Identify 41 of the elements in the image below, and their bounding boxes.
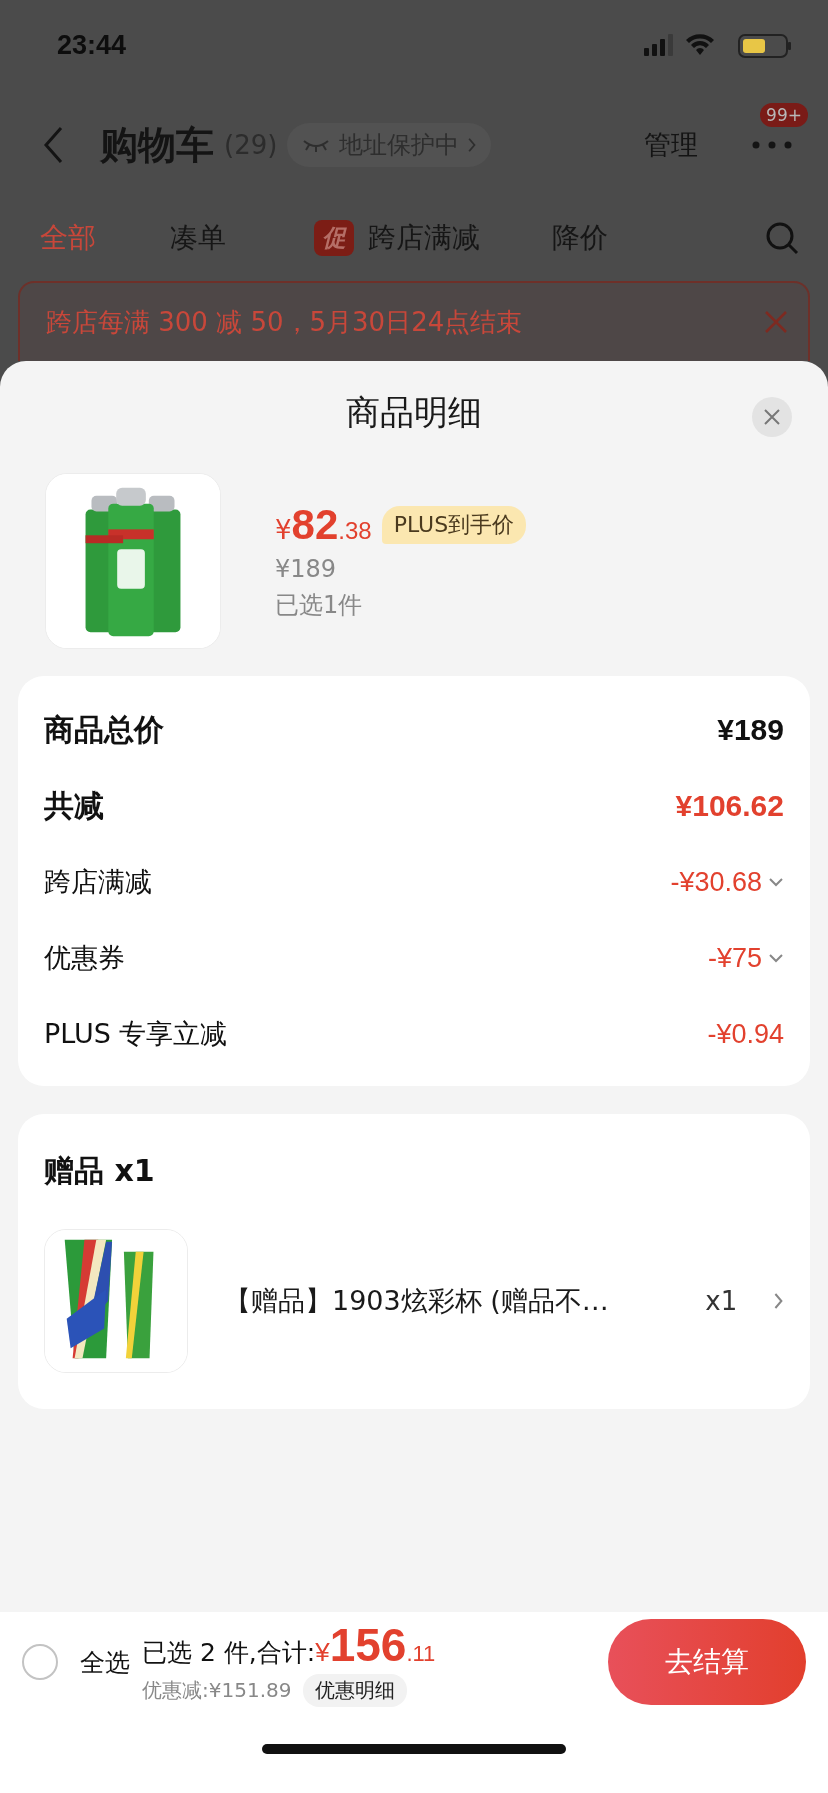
- selected-count: 已选1件: [275, 590, 364, 621]
- price-decimal: .38: [338, 517, 372, 545]
- back-icon[interactable]: [42, 125, 64, 165]
- notification-badge: 99+: [760, 103, 808, 127]
- chevron-down-icon[interactable]: [768, 877, 784, 887]
- chevron-right-icon: [773, 1292, 784, 1310]
- currency-symbol: ¥: [315, 1636, 330, 1668]
- filter-tab[interactable]: 全部: [40, 218, 96, 257]
- chevron-right-icon: [467, 137, 477, 153]
- promo-text: 跨店每满 300 减 50，5月30日24点结束: [46, 305, 523, 339]
- summary-label: 优惠券: [44, 941, 125, 975]
- summary-label: 商品总价: [44, 710, 164, 749]
- checkout-button[interactable]: 去结算: [608, 1619, 806, 1705]
- summary-value: ¥189: [717, 713, 784, 747]
- summary-value: -¥75: [707, 942, 762, 974]
- promo-tag: 促: [314, 219, 354, 256]
- close-icon: [763, 408, 781, 426]
- discount-amount: 优惠减:¥151.89: [142, 1676, 292, 1704]
- summary-label: PLUS 专享立减: [44, 1017, 228, 1051]
- discount-details-button[interactable]: 优惠明细: [303, 1673, 408, 1707]
- summary-value: ¥106.62: [675, 789, 784, 823]
- select-all-radio[interactable]: [22, 1644, 58, 1680]
- original-price: ¥189: [275, 555, 338, 583]
- summary-value: -¥0.94: [707, 1018, 784, 1050]
- currency-symbol: ¥: [275, 515, 292, 545]
- plus-price-tag: PLUS到手价: [381, 506, 527, 544]
- total-label: 已选 2 件,合计:: [142, 1636, 316, 1669]
- close-button[interactable]: [752, 397, 792, 437]
- more-icon[interactable]: [752, 141, 792, 149]
- price-integer: 82: [291, 501, 339, 549]
- total-integer: 156: [329, 1617, 407, 1672]
- gift-item[interactable]: 【赠品】1903炫彩杯 (赠品不… x1: [44, 1229, 784, 1373]
- summary-value: -¥30.68: [670, 866, 762, 898]
- chevron-down-icon[interactable]: [768, 953, 784, 963]
- select-all-label[interactable]: 全选: [80, 1645, 130, 1679]
- summary-label: 共减: [44, 786, 104, 825]
- sheet-title: 商品明细: [346, 391, 482, 434]
- gift-title: 赠品 x1: [44, 1151, 155, 1190]
- summary-label: 跨店满减: [44, 865, 152, 899]
- total-decimal: .11: [406, 1640, 436, 1667]
- status-time: 23:44: [57, 29, 127, 61]
